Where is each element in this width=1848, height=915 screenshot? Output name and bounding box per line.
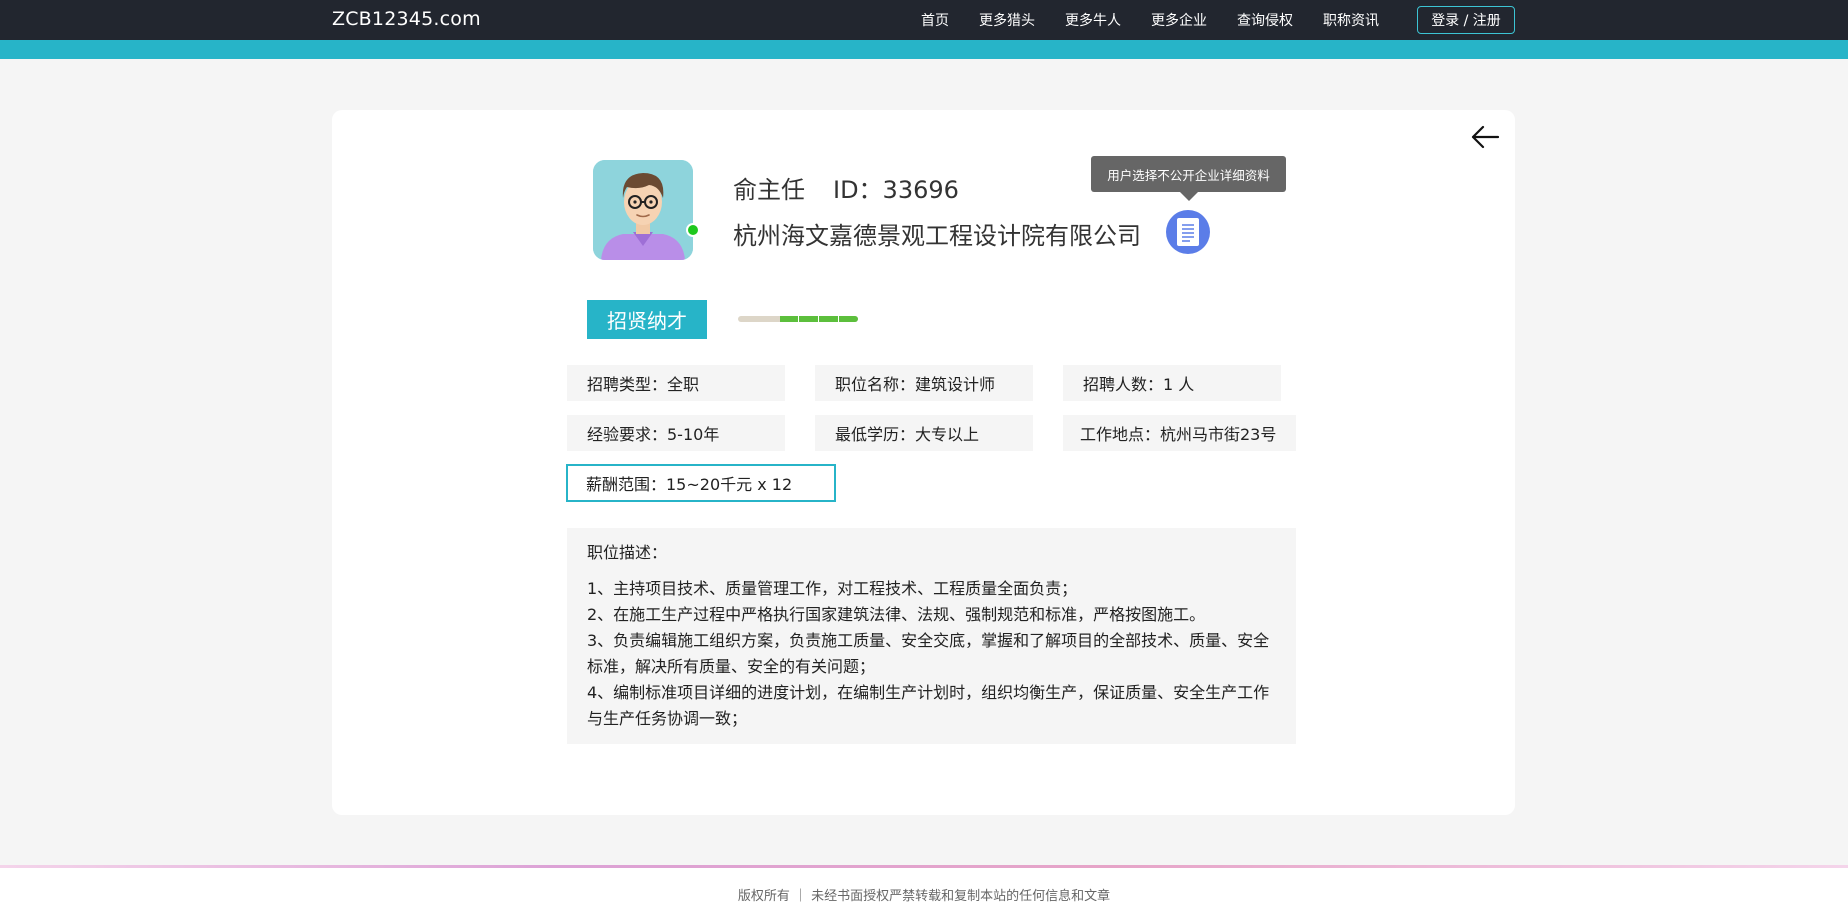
company-details-button[interactable] bbox=[1166, 210, 1210, 254]
nav-links: 首页 更多猎头 更多牛人 更多企业 查询侵权 职称资讯 bbox=[921, 0, 1409, 40]
field-headcount: 招聘人数：1 人 bbox=[1063, 365, 1281, 401]
progress-fill bbox=[780, 316, 858, 322]
field-position-name: 职位名称：建筑设计师 bbox=[815, 365, 1033, 401]
person-id: ID：33696 bbox=[833, 176, 959, 204]
person-avatar-icon bbox=[593, 160, 693, 260]
field-experience: 经验要求：5-10年 bbox=[567, 415, 785, 451]
site-logo[interactable]: ZCB12345.com bbox=[332, 8, 481, 30]
header-accent-bar bbox=[0, 40, 1848, 59]
nav-home[interactable]: 首页 bbox=[921, 10, 949, 30]
nav-title-news[interactable]: 职称资讯 bbox=[1323, 10, 1379, 30]
back-arrow-icon[interactable] bbox=[1470, 124, 1500, 150]
job-description-line: 2、在施工生产过程中严格执行国家建筑法律、法规、强制规范和标准，严格按图施工。 bbox=[587, 605, 1206, 624]
progress-tick bbox=[818, 316, 819, 322]
top-nav: ZCB12345.com 首页 更多猎头 更多牛人 更多企业 查询侵权 职称资讯… bbox=[0, 0, 1848, 40]
footer: 版权所有 ｜ 未经书面授权严禁转载和复制本站的任何信息和文章 bbox=[0, 865, 1848, 915]
field-salary-range: 薪酬范围：15~20千元 x 12 bbox=[566, 464, 836, 502]
job-description-line: 1、主持项目技术、质量管理工作，对工程技术、工程质量全面负责； bbox=[587, 579, 1078, 598]
login-register-button[interactable]: 登录 / 注册 bbox=[1417, 6, 1515, 34]
recruitment-section-tag: 招贤纳才 bbox=[587, 300, 707, 339]
nav-infringement-query[interactable]: 查询侵权 bbox=[1237, 10, 1293, 30]
profile-progress-bar bbox=[738, 316, 858, 322]
nav-more-headhunters[interactable]: 更多猎头 bbox=[979, 10, 1035, 30]
job-description-line: 4、编制标准项目详细的进度计划，在编制生产计划时，组织均衡生产，保证质量、安全生… bbox=[587, 683, 1270, 728]
field-employment-type: 招聘类型：全职 bbox=[567, 365, 785, 401]
job-description-line: 3、负责编辑施工组织方案，负责施工质量、安全交底，掌握和了解项目的全部技术、质量… bbox=[587, 631, 1270, 676]
person-name: 俞主任 bbox=[733, 176, 805, 204]
job-description: 职位描述： 1、主持项目技术、质量管理工作，对工程技术、工程质量全面负责； 2、… bbox=[567, 528, 1296, 744]
field-work-location: 工作地点：杭州马市街23号 bbox=[1063, 415, 1296, 451]
job-description-title: 职位描述： bbox=[587, 543, 668, 562]
tooltip-arrow bbox=[1180, 192, 1198, 201]
company-privacy-tooltip: 用户选择不公开企业详细资料 bbox=[1091, 156, 1286, 192]
footer-copyright: 版权所有 ｜ 未经书面授权严禁转载和复制本站的任何信息和文章 bbox=[737, 889, 1111, 904]
progress-tick bbox=[798, 316, 799, 322]
field-education: 最低学历：大专以上 bbox=[815, 415, 1033, 451]
company-name: 杭州海文嘉德景观工程设计院有限公司 bbox=[733, 222, 1141, 250]
progress-tick bbox=[838, 316, 839, 322]
document-icon bbox=[1177, 218, 1199, 246]
nav-more-companies[interactable]: 更多企业 bbox=[1151, 10, 1207, 30]
nav-more-talents[interactable]: 更多牛人 bbox=[1065, 10, 1121, 30]
online-status-indicator bbox=[686, 223, 700, 237]
footer-gradient-line bbox=[0, 865, 1848, 868]
